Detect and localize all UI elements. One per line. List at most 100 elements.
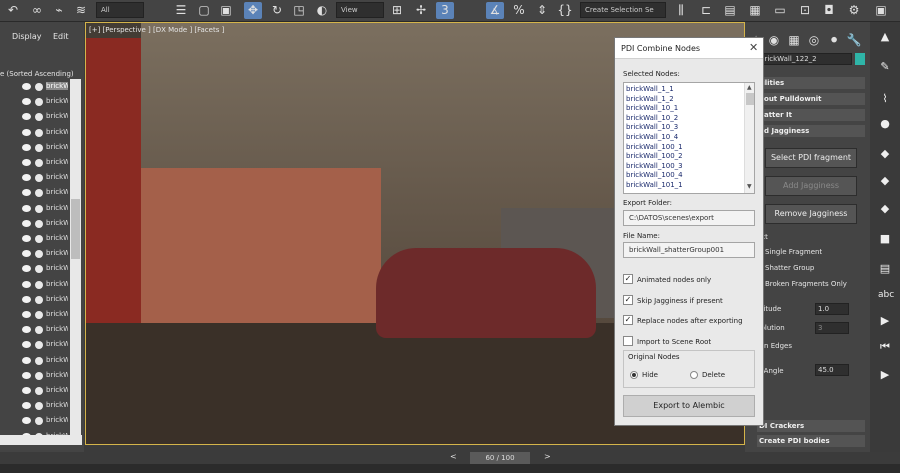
freeze-dot-icon[interactable]	[35, 417, 43, 426]
visibility-eye-icon[interactable]	[22, 83, 31, 90]
menu-edit[interactable]: Edit	[53, 32, 69, 41]
selected-node-item[interactable]: brickWall_1_1	[626, 85, 674, 93]
spinner-snap-icon[interactable]: ⇕	[533, 2, 551, 19]
resolution-spinner[interactable]: 3	[815, 322, 849, 334]
radio-single-fragment[interactable]: Single Fragment	[765, 248, 822, 256]
visibility-eye-icon[interactable]	[22, 204, 31, 212]
snap-toggle-icon[interactable]: 3	[436, 2, 454, 19]
object-name-field[interactable]: brickWall_122_2	[757, 53, 852, 65]
bind-space-warp-icon[interactable]: ≋	[72, 2, 90, 19]
freeze-dot-icon[interactable]	[35, 356, 43, 365]
selected-node-item[interactable]: brickWall_10_4	[626, 133, 678, 141]
sort-column-header[interactable]: e (Sorted Ascending)	[0, 70, 74, 78]
angle-spinner[interactable]: 45.0	[815, 364, 849, 376]
selected-node-item[interactable]: brickWall_10_2	[626, 114, 678, 122]
freeze-dot-icon[interactable]	[35, 189, 43, 198]
export-to-alembic-button[interactable]: Export to Alembic	[623, 395, 755, 417]
visibility-eye-icon[interactable]	[22, 189, 31, 197]
freeze-dot-icon[interactable]	[35, 265, 43, 274]
visibility-eye-icon[interactable]	[22, 128, 31, 136]
percent-snap-icon[interactable]: %	[510, 2, 528, 19]
rollout-shatter-it[interactable]: hatter It	[757, 109, 865, 121]
file-name-field[interactable]: brickWall_shatterGroup001	[623, 242, 755, 258]
rollout-utilities[interactable]: tilities	[757, 77, 865, 89]
utilities-tab-icon[interactable]: 🔧	[845, 32, 863, 49]
freeze-dot-icon[interactable]	[35, 143, 43, 152]
named-selection-dropdown[interactable]: Create Selection Se	[580, 2, 666, 18]
freeze-dot-icon[interactable]	[35, 83, 43, 91]
abc-icon[interactable]: abc	[878, 288, 894, 302]
attributes-icon[interactable]: ▤	[878, 262, 892, 276]
animated-nodes-checkbox[interactable]: ✓	[623, 274, 633, 284]
named-selection-icon[interactable]: {}	[556, 2, 574, 19]
play-sphere-icon[interactable]: ▶	[878, 314, 892, 328]
amplitude-spinner[interactable]: 1.0	[815, 303, 849, 315]
prev-frame-button[interactable]: <	[450, 452, 457, 461]
toggle-ribbon-icon[interactable]: ▦	[746, 2, 764, 19]
visibility-eye-icon[interactable]	[22, 356, 31, 364]
add-jagginess-button[interactable]: Add Jagginess	[765, 176, 857, 196]
select-by-name-icon[interactable]: ☰	[172, 2, 190, 19]
freeze-dot-icon[interactable]	[35, 219, 43, 228]
curve-editor-icon[interactable]: ▭	[771, 2, 789, 19]
freeze-dot-icon[interactable]	[35, 371, 43, 380]
select-move-icon[interactable]: ✥	[244, 2, 262, 19]
placement-icon[interactable]: ◐	[313, 2, 331, 19]
sphere-icon[interactable]: ●	[878, 117, 892, 131]
visibility-eye-icon[interactable]	[22, 159, 31, 166]
explorer-scroll-thumb[interactable]	[71, 199, 80, 259]
visibility-eye-icon[interactable]	[22, 341, 31, 349]
rollout-about[interactable]: bout Pulldownit	[757, 93, 865, 105]
viewport-label[interactable]: [+] [Perspective ] [DX Mode ] [Facets ]	[89, 26, 224, 34]
visibility-eye-icon[interactable]	[22, 311, 31, 318]
track-bar[interactable]	[0, 464, 900, 473]
visibility-eye-icon[interactable]	[22, 371, 31, 379]
visibility-eye-icon[interactable]	[22, 174, 31, 182]
visibility-eye-icon[interactable]	[22, 280, 31, 288]
modify-tab-icon[interactable]: ◉	[765, 32, 783, 49]
motion-tab-icon[interactable]: ◎	[805, 32, 823, 49]
rotate-icon[interactable]: ↻	[268, 2, 286, 19]
selected-node-item[interactable]: brickWall_100_1	[626, 143, 683, 151]
time-slider[interactable]: 60 / 100	[470, 452, 530, 464]
object-color-swatch[interactable]	[855, 53, 865, 65]
scale-icon[interactable]: ◳	[290, 2, 308, 19]
menu-display[interactable]: Display	[12, 32, 42, 41]
cracks-icon[interactable]: ◆	[878, 202, 892, 216]
fracture-icon[interactable]: ◆	[878, 174, 892, 188]
freeze-dot-icon[interactable]	[35, 204, 43, 213]
dialog-titlebar[interactable]: PDI Combine Nodes ✕	[615, 38, 763, 59]
next-frame-button[interactable]: >	[544, 452, 551, 461]
visibility-eye-icon[interactable]	[22, 250, 31, 258]
link-icon[interactable]: ∞	[28, 2, 46, 19]
rollout-create-pdi-bodies[interactable]: Create PDI bodies	[757, 435, 865, 447]
layer-explorer-icon[interactable]: ▤	[721, 2, 739, 19]
list-scrollbar[interactable]: ▲ ▼	[744, 83, 754, 193]
visibility-eye-icon[interactable]	[22, 402, 31, 410]
visibility-eye-icon[interactable]	[22, 113, 31, 121]
selected-node-item[interactable]: brickWall_100_2	[626, 152, 683, 160]
export-folder-field[interactable]: C:\DATOS\scenes\export	[623, 210, 755, 226]
rollout-add-jagginess[interactable]: dd Jagginess	[757, 125, 865, 137]
play-icon[interactable]: ▶	[878, 368, 892, 382]
selection-filter-dropdown[interactable]: All	[96, 2, 144, 18]
visibility-eye-icon[interactable]	[22, 143, 31, 151]
window-crossing-icon[interactable]: ▣	[217, 2, 235, 19]
render-setup-icon[interactable]: ⚙	[845, 2, 863, 19]
freeze-dot-icon[interactable]	[35, 128, 43, 137]
schematic-view-icon[interactable]: ⊡	[796, 2, 814, 19]
scroll-down-icon[interactable]: ▼	[747, 183, 752, 190]
material-editor-icon[interactable]: ◘	[820, 2, 838, 19]
visibility-eye-icon[interactable]	[22, 387, 31, 394]
visibility-eye-icon[interactable]	[22, 417, 31, 425]
rewind-icon[interactable]: ⏮	[878, 340, 892, 354]
visibility-eye-icon[interactable]	[22, 98, 31, 106]
freeze-dot-icon[interactable]	[35, 387, 43, 395]
pivot-center-icon[interactable]: ⊞	[388, 2, 406, 19]
align-icon[interactable]: ⊏	[697, 2, 715, 19]
import-scene-root-checkbox[interactable]	[623, 336, 633, 346]
hide-radio[interactable]	[630, 371, 638, 379]
rect-selection-icon[interactable]: ▢	[195, 2, 213, 19]
freeze-dot-icon[interactable]	[35, 250, 43, 259]
freeze-dot-icon[interactable]	[35, 402, 43, 411]
